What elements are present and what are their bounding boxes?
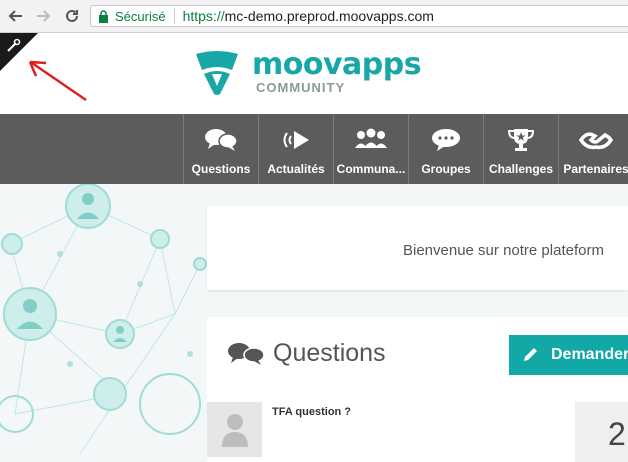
user-placeholder-icon [221, 413, 248, 447]
nav-item-partenaires[interactable]: Partenaires [558, 114, 628, 184]
secure-label: Sécurisé [115, 8, 166, 24]
pencil-icon [521, 346, 539, 364]
nav-item-label: Groupes [421, 162, 471, 176]
handshake-icon [579, 127, 613, 153]
ask-question-button[interactable]: Demander [509, 335, 628, 375]
address-bar[interactable]: Sécurisé https:// mc-demo.preprod.moovap… [90, 5, 628, 27]
question-list-item[interactable]: TFA question ? 2 [207, 402, 628, 462]
broadcast-icon [279, 127, 313, 153]
forward-button[interactable] [33, 6, 53, 26]
nav-item-label: Communa... [336, 162, 406, 176]
answer-count-box: 2 [575, 402, 628, 462]
nav-item-actualites[interactable]: Actualités [258, 114, 333, 184]
main-content: Bienvenue sur notre plateform Questions … [0, 184, 628, 462]
questions-card: Questions Demander TFA question ? 2 [207, 317, 628, 462]
moovapps-logo-icon [196, 51, 238, 95]
url-scheme: https:// [182, 8, 225, 24]
nav-item-challenges[interactable]: Challenges [483, 114, 558, 184]
questions-title: Questions [273, 339, 386, 367]
chat-bubbles-icon [204, 127, 238, 153]
site-logo[interactable]: moovapps COMMUNITY [192, 47, 422, 96]
trophy-icon [504, 127, 538, 153]
avatar [207, 402, 262, 457]
nav-item-label: Questions [191, 162, 251, 176]
nav-item-groupes[interactable]: Groupes [408, 114, 483, 184]
page: moovapps COMMUNITY Questions Actualités [0, 33, 628, 462]
reload-icon [66, 9, 78, 22]
answer-count: 2 [608, 416, 626, 452]
welcome-text: Bienvenue sur notre plateform [403, 242, 604, 259]
arrow-left-icon [8, 10, 22, 22]
lock-icon [98, 9, 110, 23]
back-button[interactable] [6, 6, 26, 26]
chat-bubbles-icon [227, 342, 265, 371]
annotation-arrow [28, 60, 87, 102]
welcome-banner: Bienvenue sur notre plateform [207, 206, 628, 290]
speech-bubble-icon [429, 127, 463, 153]
main-navbar: Questions Actualités Communa... Groupes [0, 114, 628, 184]
url-host: mc-demo.preprod.moovapps.com [224, 8, 434, 24]
reload-button[interactable] [62, 6, 82, 26]
network-background-decoration [0, 184, 207, 455]
ask-question-label: Demander [551, 346, 628, 363]
site-header: moovapps COMMUNITY [0, 33, 628, 114]
nav-item-label: Challenges [488, 162, 554, 176]
logo-subtitle: COMMUNITY [256, 80, 346, 95]
nav-item-label: Partenaires [563, 162, 628, 176]
question-title[interactable]: TFA question ? [272, 406, 351, 418]
browser-toolbar: Sécurisé https:// mc-demo.preprod.moovap… [0, 0, 628, 33]
nav-item-communautes[interactable]: Communa... [333, 114, 408, 184]
people-icon [354, 127, 388, 153]
nav-item-label: Actualités [267, 162, 325, 176]
arrow-right-icon [37, 10, 51, 22]
logo-wordmark: moovapps [252, 47, 422, 82]
url-separator [173, 8, 175, 24]
nav-item-questions[interactable]: Questions [183, 114, 258, 184]
